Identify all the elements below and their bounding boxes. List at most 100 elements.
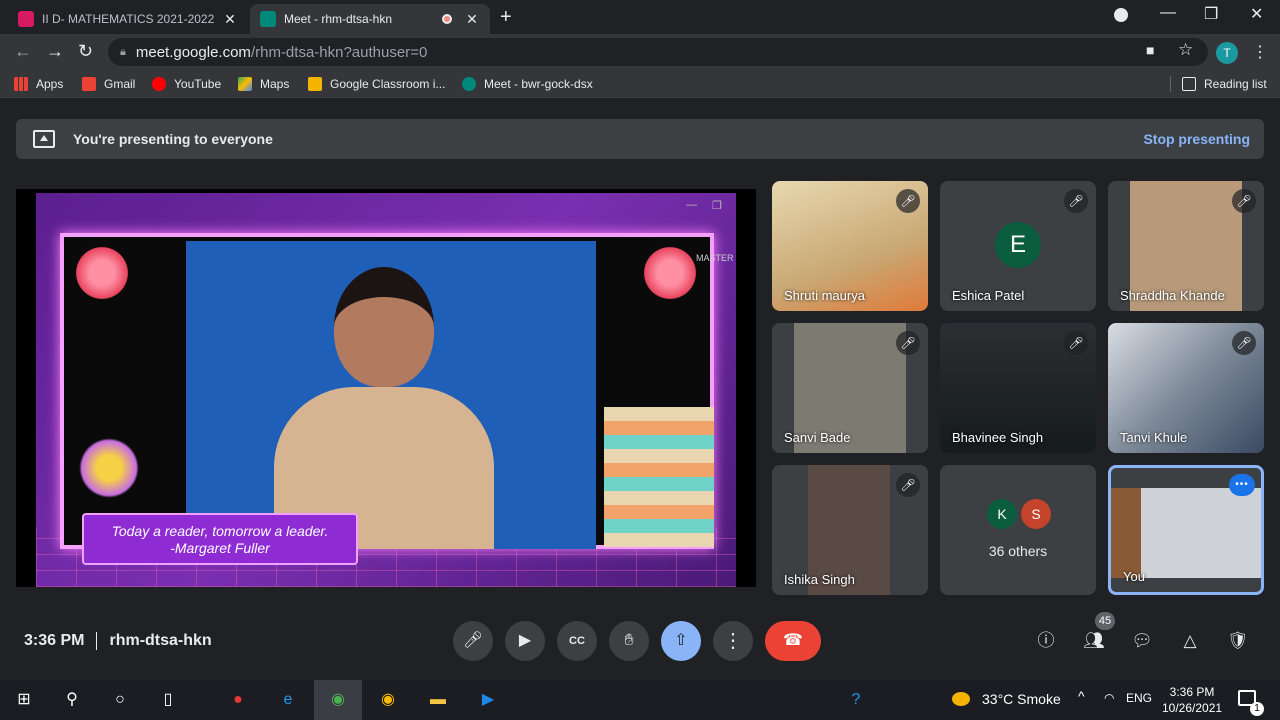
reading-list[interactable]: Reading list bbox=[1182, 77, 1267, 91]
clock-date: 10/26/2021 bbox=[1162, 701, 1223, 715]
participant-tile[interactable]: 🎤︎ Sanvi Bade bbox=[772, 323, 928, 453]
browser-menu-icon[interactable]: ⋮ bbox=[1252, 42, 1268, 62]
people-icon[interactable]: 👥︎ bbox=[1082, 629, 1106, 653]
forward-icon[interactable]: → bbox=[46, 41, 64, 62]
others-tile[interactable]: K S 36 others bbox=[940, 465, 1096, 595]
captions-button[interactable]: CC bbox=[557, 621, 597, 661]
tab-title: Meet - rhm-dtsa-hkn bbox=[284, 12, 393, 26]
self-video bbox=[1111, 488, 1261, 578]
shared-slide: — ❐ ✕ MASTER Today a reader, tomorrow a … bbox=[36, 193, 736, 587]
address-bar[interactable]: 🔒︎ meet.google.com/rhm-dtsa-hkn?authuser… bbox=[108, 38, 1208, 66]
bookmark-meet[interactable]: Meet - bwr-gock-dsx bbox=[462, 77, 593, 91]
bookmark-youtube[interactable]: YouTube bbox=[152, 77, 221, 91]
participant-avatar: E bbox=[995, 222, 1041, 268]
browser-tab-strip: II D- MATHEMATICS 2021-2022 ✕ Meet - rhm… bbox=[0, 0, 1280, 34]
recording-icon bbox=[442, 14, 452, 24]
tab-search-icon[interactable] bbox=[1114, 8, 1128, 22]
quote-author: -Margaret Fuller bbox=[170, 540, 270, 556]
url-host: meet.google.com bbox=[135, 43, 251, 61]
bookmark-label: Google Classroom i... bbox=[330, 77, 446, 91]
back-icon[interactable]: ← bbox=[14, 41, 32, 62]
participant-name: Eshica Patel bbox=[952, 288, 1025, 303]
meeting-info: 3:36 PM rhm-dtsa-hkn bbox=[24, 632, 212, 650]
slide-neon-frame bbox=[60, 233, 714, 549]
self-tile[interactable]: ••• You bbox=[1108, 465, 1264, 595]
bookmark-star-icon[interactable]: ☆ bbox=[1178, 40, 1193, 60]
minimize-icon[interactable]: — bbox=[1160, 4, 1176, 22]
close-tab-icon[interactable]: ✕ bbox=[464, 11, 480, 28]
participant-tile[interactable]: 🎤︎ Bhavinee Singh bbox=[940, 323, 1096, 453]
mic-off-icon: 🎤︎ bbox=[896, 473, 920, 497]
weather-widget[interactable]: 33°C Smoke bbox=[952, 691, 1061, 707]
captions-icon: CC bbox=[569, 635, 585, 647]
close-window-icon[interactable]: ✕ bbox=[1250, 4, 1263, 24]
more-vert-icon: ⋮ bbox=[723, 630, 743, 652]
participant-tile[interactable]: 🎤︎ Shraddha Khande bbox=[1108, 181, 1264, 311]
chat-icon[interactable]: 💬︎ bbox=[1130, 629, 1154, 653]
stop-presenting-button[interactable]: Stop presenting bbox=[1143, 131, 1250, 147]
bookmark-apps[interactable]: Apps bbox=[14, 77, 63, 91]
meeting-details-icon[interactable]: ⓘ bbox=[1034, 629, 1058, 653]
task-view-icon[interactable]: ▯ bbox=[156, 688, 180, 712]
more-options-button[interactable]: ⋮ bbox=[713, 621, 753, 661]
tray-expand-icon[interactable]: ^ bbox=[1078, 688, 1085, 704]
bookmark-classroom[interactable]: Google Classroom i... bbox=[308, 77, 445, 91]
participant-tile[interactable]: 🎤︎ Tanvi Khule bbox=[1108, 323, 1264, 453]
help-icon[interactable]: ? bbox=[844, 688, 868, 712]
presenting-text: You're presenting to everyone bbox=[73, 131, 273, 147]
speaking-indicator-icon: ••• bbox=[1229, 474, 1255, 496]
slide-restore-icon: ❐ bbox=[712, 200, 722, 212]
leave-call-button[interactable]: ☎︎ bbox=[765, 621, 821, 661]
reading-list-icon bbox=[1182, 77, 1196, 91]
media-player-icon[interactable]: ▶ bbox=[476, 688, 500, 712]
hand-icon: ✋︎ bbox=[624, 632, 634, 649]
present-screen-icon: ⇧ bbox=[674, 632, 688, 649]
meeting-code: rhm-dtsa-hkn bbox=[109, 632, 212, 649]
participant-count-badge: 45 bbox=[1095, 612, 1115, 630]
mic-off-icon: 🎤︎ bbox=[1064, 189, 1088, 213]
bookmark-gmail[interactable]: Gmail bbox=[82, 77, 135, 91]
participant-name: Shraddha Khande bbox=[1120, 288, 1225, 303]
input-language[interactable]: ENG bbox=[1126, 691, 1152, 705]
cortana-icon[interactable]: ○ bbox=[108, 688, 132, 712]
windows-start-icon[interactable]: ⊞ bbox=[12, 688, 36, 712]
taskbar-clock[interactable]: 3:36 PM 10/26/2021 bbox=[1162, 684, 1222, 716]
participant-tile[interactable]: 🎤︎ Ishika Singh bbox=[772, 465, 928, 595]
reload-icon[interactable]: ↻ bbox=[78, 41, 93, 62]
tab-meet[interactable]: Meet - rhm-dtsa-hkn ✕ bbox=[250, 4, 490, 34]
participant-tile[interactable]: 🎤︎ Shruti maurya bbox=[772, 181, 928, 311]
bookmark-label: Maps bbox=[260, 77, 290, 91]
apps-grid-icon bbox=[14, 77, 28, 91]
wifi-icon[interactable]: ◠ bbox=[1104, 691, 1114, 705]
camera-icon[interactable]: ■ bbox=[1146, 42, 1154, 58]
participant-name: Ishika Singh bbox=[784, 572, 855, 587]
new-tab-icon[interactable]: + bbox=[500, 6, 512, 29]
raise-hand-button[interactable]: ✋︎ bbox=[609, 621, 649, 661]
reading-list-label: Reading list bbox=[1204, 77, 1267, 91]
search-icon[interactable]: ⚲ bbox=[60, 688, 84, 712]
internet-explorer-icon[interactable]: e bbox=[276, 688, 300, 712]
participant-name: Sanvi Bade bbox=[784, 430, 851, 445]
file-explorer-icon[interactable]: ▬ bbox=[426, 688, 450, 712]
chrome-icon[interactable]: ◉ bbox=[376, 688, 400, 712]
profile-avatar[interactable]: T bbox=[1216, 42, 1238, 64]
bookmark-label: Meet - bwr-gock-dsx bbox=[484, 77, 593, 91]
present-button[interactable]: ⇧ bbox=[661, 621, 701, 661]
opera-icon[interactable]: ● bbox=[226, 688, 250, 712]
microphone-button[interactable]: 🎤︎ bbox=[453, 621, 493, 661]
bookmark-maps[interactable]: Maps bbox=[238, 77, 289, 91]
host-controls-icon[interactable]: 🛡︎ bbox=[1226, 629, 1250, 653]
activities-icon[interactable]: △ bbox=[1178, 629, 1202, 653]
mic-off-icon: 🎤︎ bbox=[896, 331, 920, 355]
participant-tile[interactable]: E 🎤︎ Eshica Patel bbox=[940, 181, 1096, 311]
participant-avatar: K bbox=[987, 499, 1017, 529]
chrome-profile-icon[interactable]: ◉ bbox=[326, 688, 350, 712]
slide-badge: MASTER bbox=[696, 253, 734, 263]
close-tab-icon[interactable]: ✕ bbox=[222, 11, 238, 28]
video-camera-icon: ▶ bbox=[518, 632, 532, 649]
presenting-banner: You're presenting to everyone Stop prese… bbox=[16, 119, 1264, 159]
camera-button[interactable]: ▶ bbox=[505, 621, 545, 661]
tab-classroom[interactable]: II D- MATHEMATICS 2021-2022 ✕ bbox=[8, 4, 248, 34]
restore-icon[interactable]: ❐ bbox=[1204, 4, 1218, 24]
url-path: /rhm-dtsa-hkn?authuser=0 bbox=[250, 43, 428, 61]
